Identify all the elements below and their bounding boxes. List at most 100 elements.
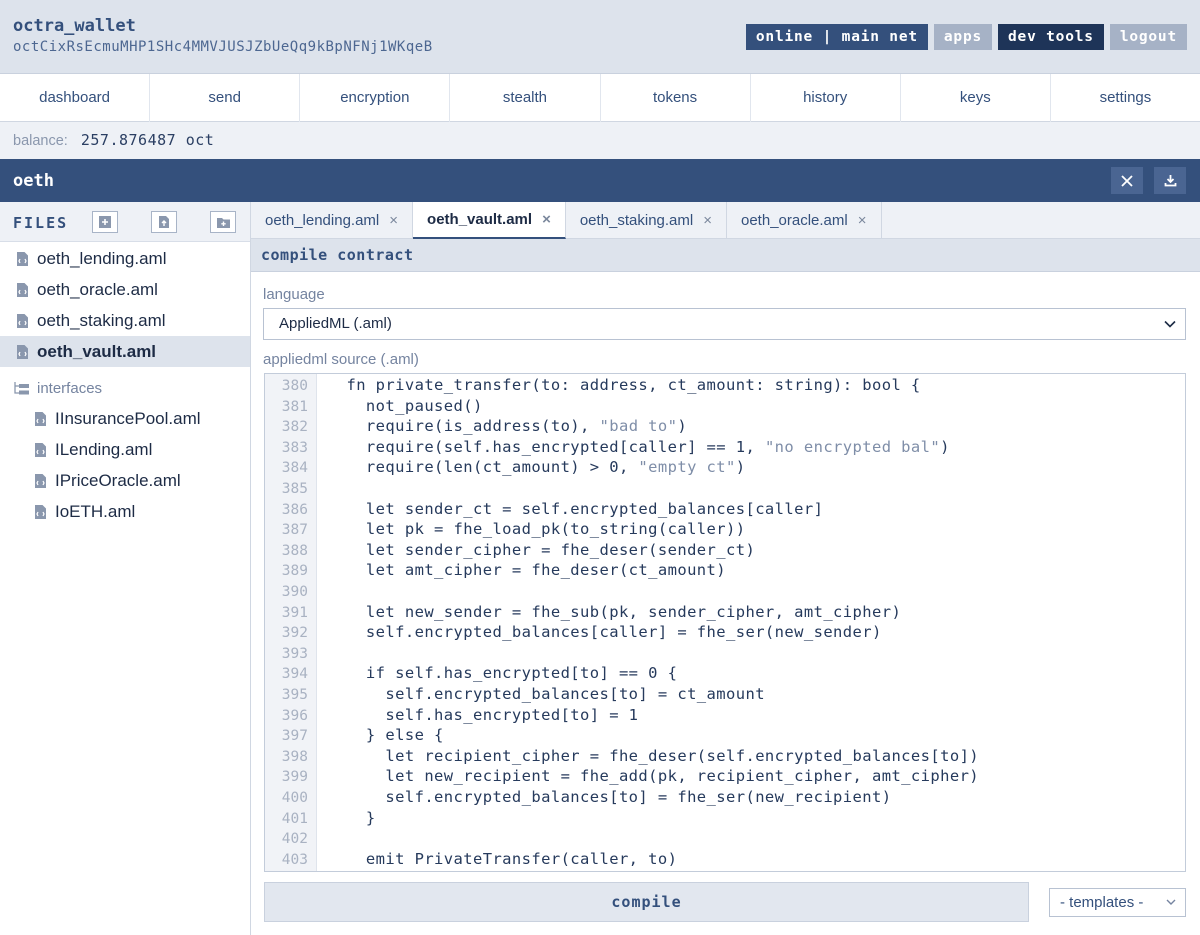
code-text: let amt_cipher = fhe_deser(ct_amount)	[327, 561, 727, 580]
line-number: 401	[281, 810, 308, 827]
upload-file-button[interactable]	[151, 211, 177, 233]
line-number: 383	[281, 439, 308, 456]
file-item-oeth-lending[interactable]: oeth_lending.aml	[0, 243, 250, 274]
file-name: IPriceOracle.aml	[55, 470, 181, 490]
file-item-oeth-staking[interactable]: oeth_staking.aml	[0, 305, 250, 336]
code-line: 394 if self.has_encrypted[to] == 0 {	[265, 663, 1185, 684]
file-item-ilending[interactable]: ILending.aml	[0, 434, 250, 465]
logout-button[interactable]: logout	[1109, 24, 1187, 50]
download-project-button[interactable]	[1154, 167, 1186, 194]
dev-tools-button[interactable]: dev tools	[998, 24, 1104, 50]
file-name: oeth_oracle.aml	[37, 279, 158, 299]
file-item-oeth-vault[interactable]: oeth_vault.aml	[0, 336, 250, 367]
code-line: 403 emit PrivateTransfer(caller, to)	[265, 849, 1185, 870]
nav-settings[interactable]: settings	[1051, 74, 1200, 122]
code-line: 399 let new_recipient = fhe_add(pk, reci…	[265, 766, 1185, 787]
file-item-iinsurancepool[interactable]: IInsurancePool.aml	[0, 403, 250, 434]
line-number: 400	[281, 790, 308, 806]
folder-plus-icon	[216, 217, 230, 228]
tab-oeth-staking[interactable]: oeth_staking.aml ×	[566, 202, 727, 239]
close-tab-icon[interactable]: ×	[703, 212, 712, 229]
code-text: let pk = fhe_load_pk(to_string(caller))	[327, 520, 746, 539]
chevron-down-icon	[1166, 899, 1176, 905]
app-title: octra_wallet	[13, 16, 136, 36]
line-number: 395	[281, 687, 308, 703]
file-icon	[34, 411, 47, 427]
nav-stealth[interactable]: stealth	[450, 74, 601, 122]
nav-history[interactable]: history	[751, 74, 901, 122]
files-header: FILES	[0, 202, 250, 242]
apps-button[interactable]: apps	[933, 24, 993, 50]
files-title: FILES	[13, 214, 69, 232]
line-number: 391	[281, 604, 308, 621]
compile-heading: compile contract	[251, 239, 1200, 272]
tab-label: oeth_vault.aml	[427, 211, 533, 228]
code-editor[interactable]: 380 fn private_transfer(to: address, ct_…	[264, 373, 1186, 872]
code-text: let recipient_cipher = fhe_deser(self.en…	[327, 746, 980, 765]
tab-oeth-lending[interactable]: oeth_lending.aml ×	[251, 202, 414, 239]
nav-tokens[interactable]: tokens	[601, 74, 751, 122]
line-number: 386	[281, 501, 308, 518]
file-item-ipriceoracle[interactable]: IPriceOracle.aml	[0, 465, 250, 496]
code-line: 401 }	[265, 808, 1185, 829]
balance-value: 257.876487 oct	[80, 131, 215, 149]
close-tab-icon[interactable]: ×	[542, 211, 551, 228]
file-name: oeth_vault.aml	[37, 341, 157, 361]
nav-dashboard[interactable]: dashboard	[0, 74, 151, 122]
file-sidebar: FILES oeth_lending.aml oeth_oracle.aml o…	[0, 202, 251, 935]
tab-oeth-vault[interactable]: oeth_vault.aml ×	[413, 202, 566, 239]
nav-keys[interactable]: keys	[901, 74, 1051, 122]
file-item-oeth-oracle[interactable]: oeth_oracle.aml	[0, 274, 250, 305]
code-line: 398 let recipient_cipher = fhe_deser(sel…	[265, 746, 1185, 767]
nav-encryption[interactable]: encryption	[300, 74, 451, 122]
code-line: 395 self.encrypted_balances[to] = ct_amo…	[265, 684, 1185, 705]
balance-bar: balance: 257.876487 oct	[0, 122, 1200, 159]
code-line: 390	[265, 581, 1185, 602]
line-number: 387	[281, 522, 308, 539]
file-name: oeth_staking.aml	[37, 310, 166, 330]
folder-name: interfaces	[37, 379, 103, 397]
code-text: let sender_cipher = fhe_deser(sender_ct)	[327, 540, 756, 559]
line-number: 381	[281, 398, 308, 415]
code-text: }	[327, 808, 376, 827]
code-text: } else {	[327, 726, 444, 745]
tab-label: oeth_oracle.aml	[741, 212, 848, 229]
new-folder-button[interactable]	[210, 211, 236, 233]
line-number: 398	[281, 748, 308, 765]
network-status-button[interactable]: online | main net	[745, 24, 928, 50]
code-line: 388 let sender_cipher = fhe_deser(sender…	[265, 540, 1185, 561]
code-text: if self.has_encrypted[to] == 0 {	[327, 664, 678, 683]
close-tab-icon[interactable]: ×	[389, 212, 398, 229]
code-line: 396 self.has_encrypted[to] = 1	[265, 705, 1185, 726]
line-number: 392	[281, 625, 308, 642]
new-file-button[interactable]	[92, 211, 118, 233]
code-text: let new_sender = fhe_sub(pk, sender_ciph…	[327, 602, 902, 621]
code-line: 381 not_paused()	[265, 396, 1185, 417]
download-icon	[1164, 175, 1176, 187]
code-line: 380 fn private_transfer(to: address, ct_…	[265, 375, 1185, 396]
templates-select[interactable]: - templates -	[1049, 888, 1186, 917]
close-tab-icon[interactable]: ×	[858, 212, 867, 229]
file-name: IInsurancePool.aml	[55, 408, 201, 428]
plus-icon	[99, 216, 111, 228]
code-text: emit PrivateTransfer(caller, to)	[327, 849, 678, 868]
file-name: ILending.aml	[55, 439, 153, 459]
file-icon	[16, 282, 29, 298]
line-number: 403	[281, 851, 308, 868]
nav-send[interactable]: send	[150, 74, 301, 122]
templates-value: - templates -	[1060, 894, 1144, 911]
file-icon	[34, 442, 47, 458]
tab-oeth-oracle[interactable]: oeth_oracle.aml ×	[727, 202, 882, 239]
close-project-button[interactable]	[1111, 167, 1143, 194]
line-number: 385	[281, 481, 308, 497]
code-line: 392 self.encrypted_balances[caller] = fh…	[265, 622, 1185, 643]
language-select[interactable]: AppliedML (.aml)	[263, 308, 1186, 340]
folder-interfaces[interactable]: interfaces	[0, 374, 102, 402]
line-number: 384	[281, 460, 308, 477]
line-number: 402	[281, 831, 308, 848]
file-item-ioeth[interactable]: IoETH.aml	[0, 496, 250, 527]
source-label: appliedml source (.aml)	[263, 351, 419, 368]
compile-button[interactable]: compile	[264, 882, 1029, 922]
code-line: 385	[265, 478, 1185, 499]
code-text: require(self.has_encrypted[caller] == 1,…	[327, 437, 950, 456]
